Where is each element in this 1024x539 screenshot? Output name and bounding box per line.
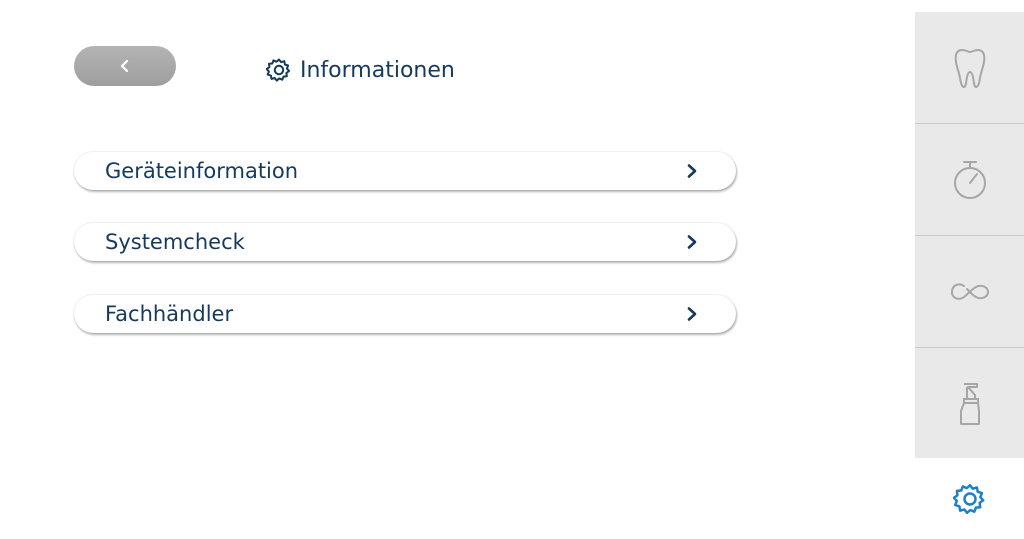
- menu-item-label: Systemcheck: [105, 230, 245, 254]
- chevron-right-icon: [686, 306, 698, 322]
- menu-item-label: Fachhändler: [105, 302, 234, 326]
- sidebar-item-stopwatch[interactable]: [915, 124, 1024, 236]
- sidebar-item-spray[interactable]: [915, 348, 1024, 459]
- gear-icon: [266, 58, 291, 82]
- infinity-icon: [950, 282, 989, 300]
- menu-item-label: Geräteinformation: [105, 159, 299, 183]
- sidebar-item-infinity[interactable]: [915, 236, 1024, 348]
- menu-item-fachhaendler[interactable]: Fachhändler: [74, 295, 736, 333]
- chevron-left-icon: [120, 59, 129, 73]
- stopwatch-icon: [953, 160, 986, 199]
- chevron-right-icon: [686, 234, 698, 250]
- menu-item-geraeteinformation[interactable]: Geräteinformation: [74, 152, 736, 190]
- page-title: Informationen: [266, 52, 455, 88]
- gear-icon: [952, 483, 984, 514]
- tooth-icon: [954, 48, 985, 88]
- sidebar: [915, 12, 1024, 458]
- back-button[interactable]: [74, 46, 176, 86]
- sidebar-item-tooth[interactable]: [915, 12, 1024, 124]
- spray-bottle-icon: [959, 382, 980, 425]
- page-title-text: Informationen: [300, 57, 455, 83]
- chevron-right-icon: [686, 163, 698, 179]
- menu-item-systemcheck[interactable]: Systemcheck: [74, 223, 736, 261]
- sidebar-item-settings[interactable]: [915, 458, 1024, 539]
